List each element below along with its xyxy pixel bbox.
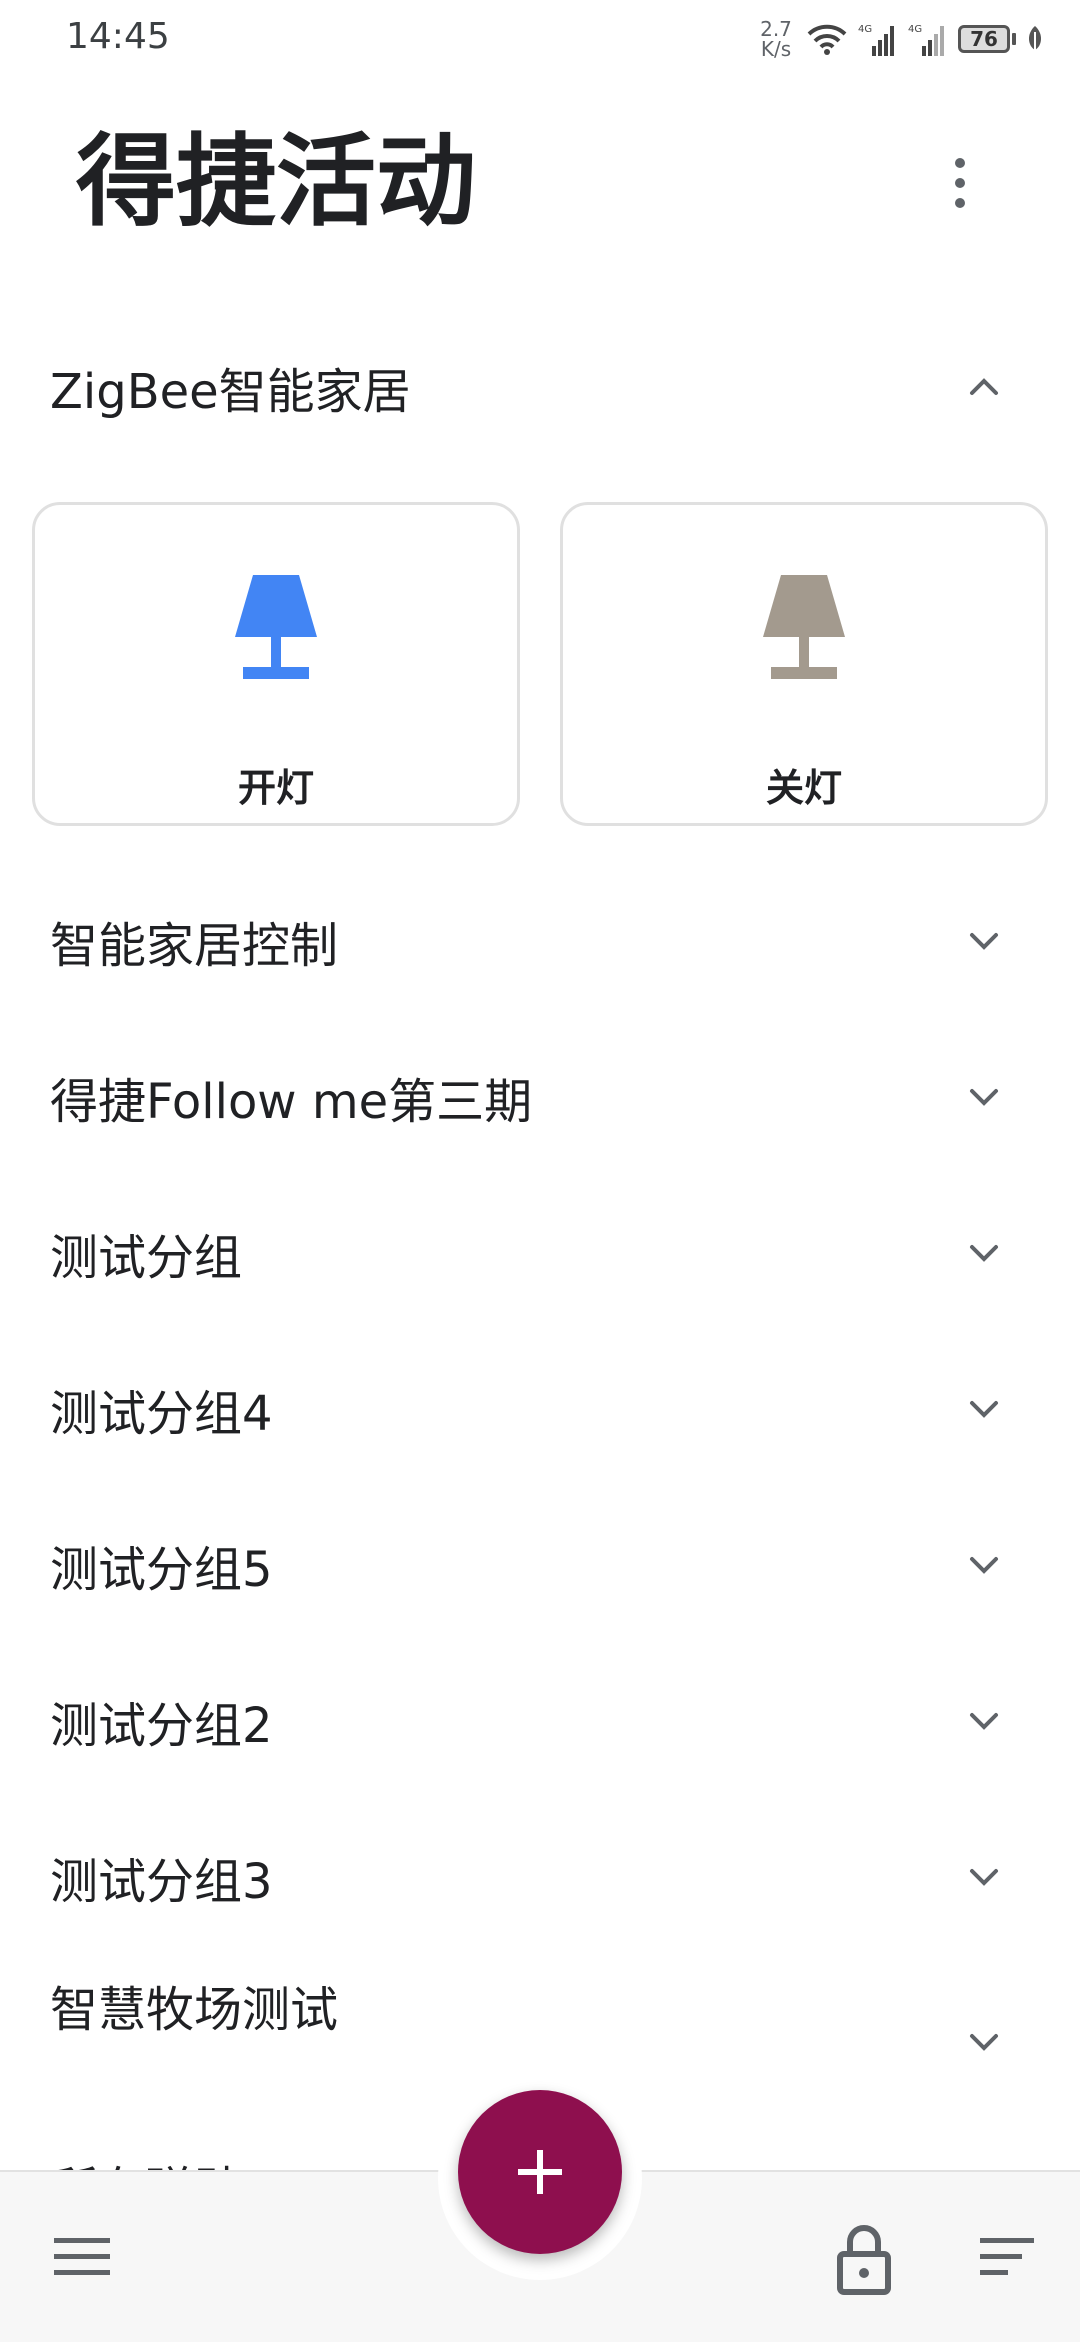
leaf-icon	[1028, 26, 1042, 54]
group-label: 测试分组	[50, 1230, 243, 1286]
svg-text:4G: 4G	[908, 24, 922, 35]
chevron-up-icon	[966, 369, 1002, 405]
group-header-zigbee[interactable]: ZigBee智能家居	[0, 332, 1080, 442]
sort-icon	[980, 2238, 1034, 2275]
group-header[interactable]: 测试分组4	[0, 1354, 1080, 1464]
status-time: 14:45	[66, 16, 170, 57]
battery-tip	[1012, 33, 1016, 45]
battery-level: 76	[958, 25, 1010, 53]
tile-light-on[interactable]: 开灯	[32, 502, 520, 826]
group-label: 得捷Follow me第三期	[50, 1074, 533, 1130]
group-label: 智慧牧场测试	[50, 1982, 339, 2038]
group-header[interactable]: 智能家居控制	[0, 886, 1080, 996]
chevron-down-icon	[966, 1703, 1002, 1739]
more-vert-icon-dot	[955, 178, 965, 188]
tile-light-off[interactable]: 关灯	[560, 502, 1048, 826]
group-label: ZigBee智能家居	[50, 364, 411, 420]
network-speed: 2.7 K/s	[756, 19, 796, 59]
more-vert-icon	[955, 158, 965, 168]
group-label: 测试分组2	[50, 1698, 273, 1754]
chevron-down-icon	[966, 1235, 1002, 1271]
chevron-down-icon	[966, 1859, 1002, 1895]
more-vert-icon-dot	[955, 198, 965, 208]
chevron-down-icon	[966, 1391, 1002, 1427]
tile-label: 关灯	[765, 766, 842, 810]
svg-text:4G: 4G	[858, 24, 872, 35]
more-options-button[interactable]	[940, 148, 980, 218]
tile-label: 开灯	[237, 766, 314, 810]
group-header[interactable]: 测试分组3	[0, 1822, 1080, 1932]
status-icons: 2.7 K/s 4G 4G 76	[756, 14, 1044, 64]
battery-indicator: 76	[958, 25, 1016, 53]
network-speed-unit: K/s	[760, 37, 792, 61]
network-speed-value: 2.7	[760, 17, 792, 41]
menu-button[interactable]	[50, 2232, 116, 2282]
wifi-icon	[807, 24, 847, 55]
sort-button[interactable]	[976, 2232, 1036, 2282]
page-title: 得捷活动	[76, 123, 476, 240]
lock-icon	[837, 2225, 891, 2295]
add-button[interactable]	[458, 2090, 622, 2254]
plus-icon	[518, 2150, 562, 2194]
group-label: 测试分组3	[50, 1854, 273, 1910]
cell-signal-icon: 4G	[858, 24, 894, 56]
group-header[interactable]: 测试分组2	[0, 1666, 1080, 1776]
group-header[interactable]: 测试分组	[0, 1198, 1080, 1308]
chevron-down-icon	[966, 2024, 1002, 2060]
group-label: 测试分组4	[50, 1386, 273, 1442]
chevron-down-icon	[966, 1079, 1002, 1115]
group-label: 测试分组5	[50, 1542, 273, 1598]
lamp-icon	[759, 573, 849, 683]
group-label: 智能家居控制	[50, 918, 339, 974]
chevron-down-icon	[966, 1547, 1002, 1583]
status-bar: 14:45 2.7 K/s 4G 4G 76	[0, 0, 1080, 78]
lock-button[interactable]	[832, 2222, 896, 2296]
lamp-icon	[231, 573, 321, 683]
cell-signal-icon-2: 4G	[908, 24, 944, 56]
menu-icon	[54, 2238, 110, 2275]
chevron-down-icon	[966, 923, 1002, 959]
group-header[interactable]: 得捷Follow me第三期	[0, 1042, 1080, 1152]
group-header[interactable]: 测试分组5	[0, 1510, 1080, 1620]
